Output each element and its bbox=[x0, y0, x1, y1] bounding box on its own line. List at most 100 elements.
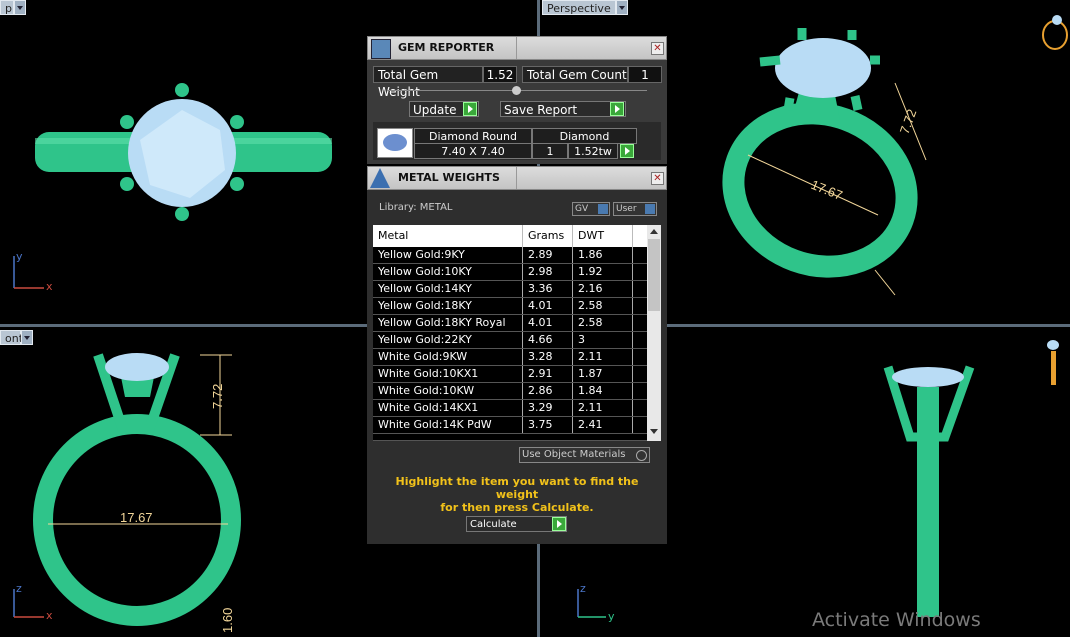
calculate-hint: Highlight the item you want to find the … bbox=[374, 475, 660, 514]
dwt-value: 1.86 bbox=[573, 247, 633, 263]
metal-name: Yellow Gold:9KY bbox=[373, 247, 523, 263]
gem-reporter-close-button[interactable]: ✕ bbox=[651, 42, 664, 55]
use-object-materials-toggle-icon bbox=[636, 450, 647, 461]
gv-button-label: GV bbox=[575, 204, 589, 214]
perspective-width-dim: 17.67 bbox=[809, 177, 845, 203]
axis-y-label: y bbox=[16, 250, 23, 263]
viewport-front-dropdown[interactable] bbox=[21, 330, 33, 345]
use-object-materials-label: Use Object Materials bbox=[522, 449, 626, 460]
axis-x-label: x bbox=[46, 280, 53, 293]
grams-value: 3.28 bbox=[523, 349, 573, 365]
use-object-materials-button[interactable]: Use Object Materials bbox=[519, 447, 650, 463]
front-height-dim: 7.72 bbox=[210, 384, 225, 409]
metal-table-scrollbar[interactable] bbox=[647, 225, 661, 441]
grams-value: 2.86 bbox=[523, 383, 573, 399]
table-row[interactable]: Yellow Gold:18KY Royal 4.01 2.58 bbox=[373, 315, 647, 332]
metal-weights-icon bbox=[370, 168, 390, 188]
gem-row-go-icon[interactable] bbox=[620, 144, 634, 158]
gv-button[interactable]: GV bbox=[572, 202, 610, 216]
table-row[interactable]: White Gold:9KW 3.28 2.11 bbox=[373, 349, 647, 366]
metal-table-header: Metal Grams DWT bbox=[373, 225, 647, 247]
viewport-perspective-label[interactable]: Perspective bbox=[542, 0, 616, 15]
table-row[interactable]: White Gold:10KW 2.86 1.84 bbox=[373, 383, 647, 400]
calculate-hint-line1: Highlight the item you want to find the … bbox=[395, 475, 639, 501]
total-gem-weight-value: 1.52 bbox=[483, 66, 517, 83]
column-header-metal[interactable]: Metal bbox=[373, 225, 523, 247]
axis-x-label: x bbox=[46, 609, 53, 622]
metal-weights-titlebar[interactable]: METAL WEIGHTS ✕ bbox=[367, 166, 667, 190]
axis-z-label: z bbox=[580, 582, 586, 595]
save-report-button[interactable]: Save Report bbox=[500, 101, 626, 117]
metal-table: Metal Grams DWT Yellow Gold:9KY 2.89 1.86 Y… bbox=[373, 225, 661, 441]
metal-weights-close-button[interactable]: ✕ bbox=[651, 172, 664, 185]
grams-value: 2.89 bbox=[523, 247, 573, 263]
table-row[interactable]: Yellow Gold:10KY 2.98 1.92 bbox=[373, 264, 647, 281]
table-row[interactable]: Yellow Gold:14KY 3.36 2.16 bbox=[373, 281, 647, 298]
titlebar-separator bbox=[516, 167, 517, 189]
grams-value: 4.01 bbox=[523, 315, 573, 331]
dwt-value: 2.58 bbox=[573, 315, 633, 331]
activate-windows-watermark: Activate Windows bbox=[812, 609, 981, 631]
total-gem-count-label: Total Gem Count bbox=[522, 66, 628, 83]
gem-count: 1 bbox=[532, 143, 568, 159]
scroll-up-icon[interactable] bbox=[650, 229, 658, 234]
library-label: Library: METAL bbox=[379, 202, 453, 213]
user-toggle-icon bbox=[645, 204, 655, 214]
dwt-value: 3 bbox=[573, 332, 633, 348]
dwt-value: 1.84 bbox=[573, 383, 633, 399]
axis-z-label: z bbox=[16, 582, 22, 595]
viewport-top-label[interactable]: p bbox=[0, 0, 14, 15]
total-gem-weight-label: Total Gem Weight bbox=[373, 66, 483, 99]
viewport-perspective-dropdown[interactable] bbox=[616, 0, 628, 15]
table-row[interactable]: White Gold:14K PdW 3.75 2.41 bbox=[373, 417, 647, 434]
metal-name: White Gold:14K PdW bbox=[373, 417, 523, 433]
table-row[interactable]: White Gold:10KX1 2.91 1.87 bbox=[373, 366, 647, 383]
table-row[interactable]: Yellow Gold:18KY 4.01 2.58 bbox=[373, 298, 647, 315]
calculate-go-icon[interactable] bbox=[552, 517, 566, 531]
scroll-down-icon[interactable] bbox=[650, 429, 658, 434]
update-go-icon[interactable] bbox=[463, 102, 477, 116]
metal-name: Yellow Gold:14KY bbox=[373, 281, 523, 297]
grams-value: 3.36 bbox=[523, 281, 573, 297]
gem-row[interactable]: Diamond Round 7.40 X 7.40 Diamond 1 1.52… bbox=[373, 122, 661, 160]
front-small-dim: 1.60 bbox=[220, 608, 235, 633]
titlebar-separator bbox=[516, 37, 517, 59]
column-header-grams[interactable]: Grams bbox=[523, 225, 573, 247]
dwt-value: 1.87 bbox=[573, 366, 633, 382]
gem-reporter-icon bbox=[371, 39, 391, 59]
dwt-value: 2.16 bbox=[573, 281, 633, 297]
gem-material: Diamond bbox=[532, 128, 637, 144]
column-header-dwt[interactable]: DWT bbox=[573, 225, 633, 247]
metal-name: White Gold:14KX1 bbox=[373, 400, 523, 416]
table-row-partial[interactable] bbox=[373, 434, 647, 441]
metal-name: White Gold:10KW bbox=[373, 383, 523, 399]
perspective-height-dim: 7.72 bbox=[897, 107, 920, 136]
table-row[interactable]: Yellow Gold:22KY 4.66 3 bbox=[373, 332, 647, 349]
splitter-handle-icon[interactable] bbox=[512, 86, 521, 95]
user-button-label: User bbox=[616, 204, 637, 214]
grams-value: 3.29 bbox=[523, 400, 573, 416]
save-report-go-icon[interactable] bbox=[610, 102, 624, 116]
metal-name: White Gold:10KX1 bbox=[373, 366, 523, 382]
front-width-dim: 17.67 bbox=[120, 510, 153, 525]
gem-thumbnail-icon bbox=[377, 128, 413, 158]
dwt-value: 2.11 bbox=[573, 400, 633, 416]
grams-value: 2.91 bbox=[523, 366, 573, 382]
dwt-value: 1.92 bbox=[573, 264, 633, 280]
dwt-value: 2.58 bbox=[573, 298, 633, 314]
table-row[interactable]: White Gold:14KX1 3.29 2.11 bbox=[373, 400, 647, 417]
gem-reporter-titlebar[interactable]: GEM REPORTER ✕ bbox=[367, 36, 667, 60]
metal-name: Yellow Gold:10KY bbox=[373, 264, 523, 280]
scroll-thumb[interactable] bbox=[648, 239, 660, 311]
grams-value: 2.98 bbox=[523, 264, 573, 280]
viewport-top-dropdown[interactable] bbox=[14, 0, 26, 15]
viewport-front-label[interactable]: ont bbox=[0, 330, 23, 345]
gem-name: Diamond Round bbox=[414, 128, 532, 144]
table-row[interactable]: Yellow Gold:9KY 2.89 1.86 bbox=[373, 247, 647, 264]
calculate-hint-line2: for then press Calculate. bbox=[440, 501, 594, 514]
user-button[interactable]: User bbox=[613, 202, 657, 216]
metal-name: Yellow Gold:22KY bbox=[373, 332, 523, 348]
dwt-value: 2.41 bbox=[573, 417, 633, 433]
grams-value: 4.01 bbox=[523, 298, 573, 314]
total-gem-count-value: 1 bbox=[628, 66, 662, 83]
